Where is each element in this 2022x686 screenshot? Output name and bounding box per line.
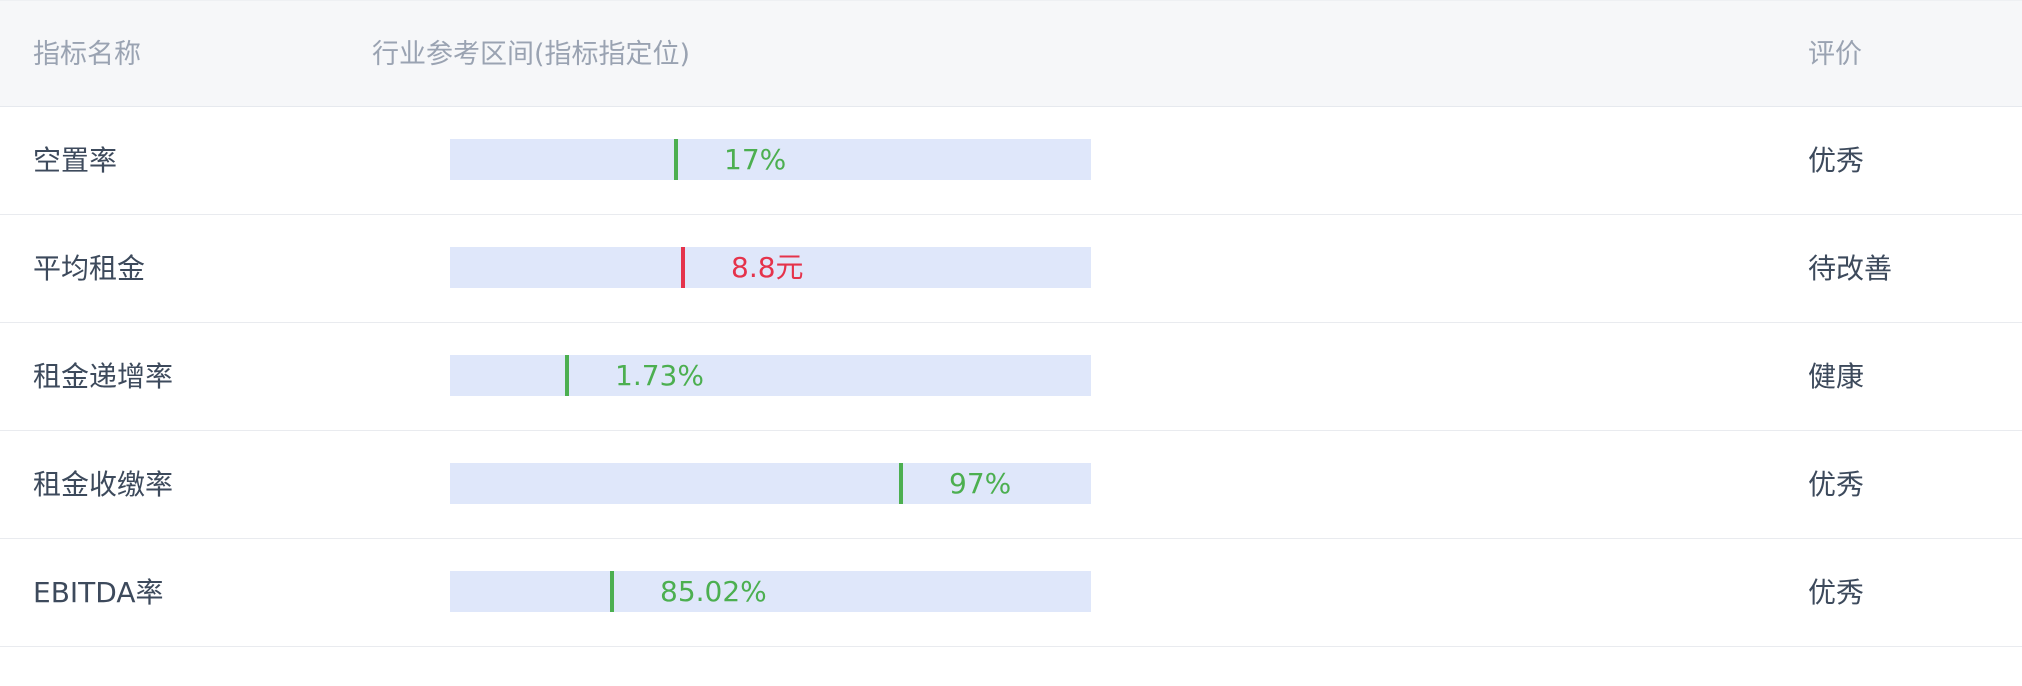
table-row: EBITDA率 85.02% 优秀 [0, 539, 2022, 647]
indicator-name: 租金递增率 [33, 360, 174, 393]
evaluation-label: 待改善 [1808, 252, 1893, 285]
value-marker [565, 355, 569, 396]
header-evaluation: 评价 [1808, 39, 1862, 70]
table-row: 空置率 17% 优秀 [0, 107, 2022, 215]
table-row: 租金收缴率 97% 优秀 [0, 431, 2022, 539]
value-marker [674, 139, 678, 180]
evaluation-label: 优秀 [1808, 576, 1865, 609]
header-reference-range: 行业参考区间(指标指定位) [372, 39, 691, 70]
value-marker [681, 247, 685, 288]
evaluation-label: 优秀 [1808, 144, 1865, 177]
value-marker [610, 571, 614, 612]
range-bar: 8.8元 [450, 247, 1091, 288]
header-indicator-name: 指标名称 [33, 39, 141, 70]
evaluation-label: 优秀 [1808, 468, 1865, 501]
value-marker [899, 463, 903, 504]
table-body: 空置率 17% 优秀 平均租金 8.8元 待改善 租金递增率 1.73% 健康 [0, 107, 2022, 647]
range-bar: 97% [450, 463, 1091, 504]
evaluation-label: 健康 [1808, 360, 1865, 393]
indicator-name: 租金收缴率 [33, 468, 174, 501]
indicator-value: 8.8元 [731, 251, 804, 284]
indicator-value: 97% [949, 467, 1012, 500]
table-row: 平均租金 8.8元 待改善 [0, 215, 2022, 323]
table-header: 指标名称 行业参考区间(指标指定位) 评价 [0, 0, 2022, 107]
indicator-value: 1.73% [615, 359, 704, 392]
indicator-value: 17% [724, 143, 787, 176]
range-bar: 1.73% [450, 355, 1091, 396]
indicator-table: 指标名称 行业参考区间(指标指定位) 评价 空置率 17% 优秀 平均租金 8.… [0, 0, 2022, 647]
indicator-name: 空置率 [33, 144, 118, 177]
indicator-name: 平均租金 [33, 252, 146, 285]
table-row: 租金递增率 1.73% 健康 [0, 323, 2022, 431]
indicator-value: 85.02% [660, 575, 767, 608]
range-bar: 17% [450, 139, 1091, 180]
range-bar: 85.02% [450, 571, 1091, 612]
indicator-name: EBITDA率 [33, 576, 164, 609]
